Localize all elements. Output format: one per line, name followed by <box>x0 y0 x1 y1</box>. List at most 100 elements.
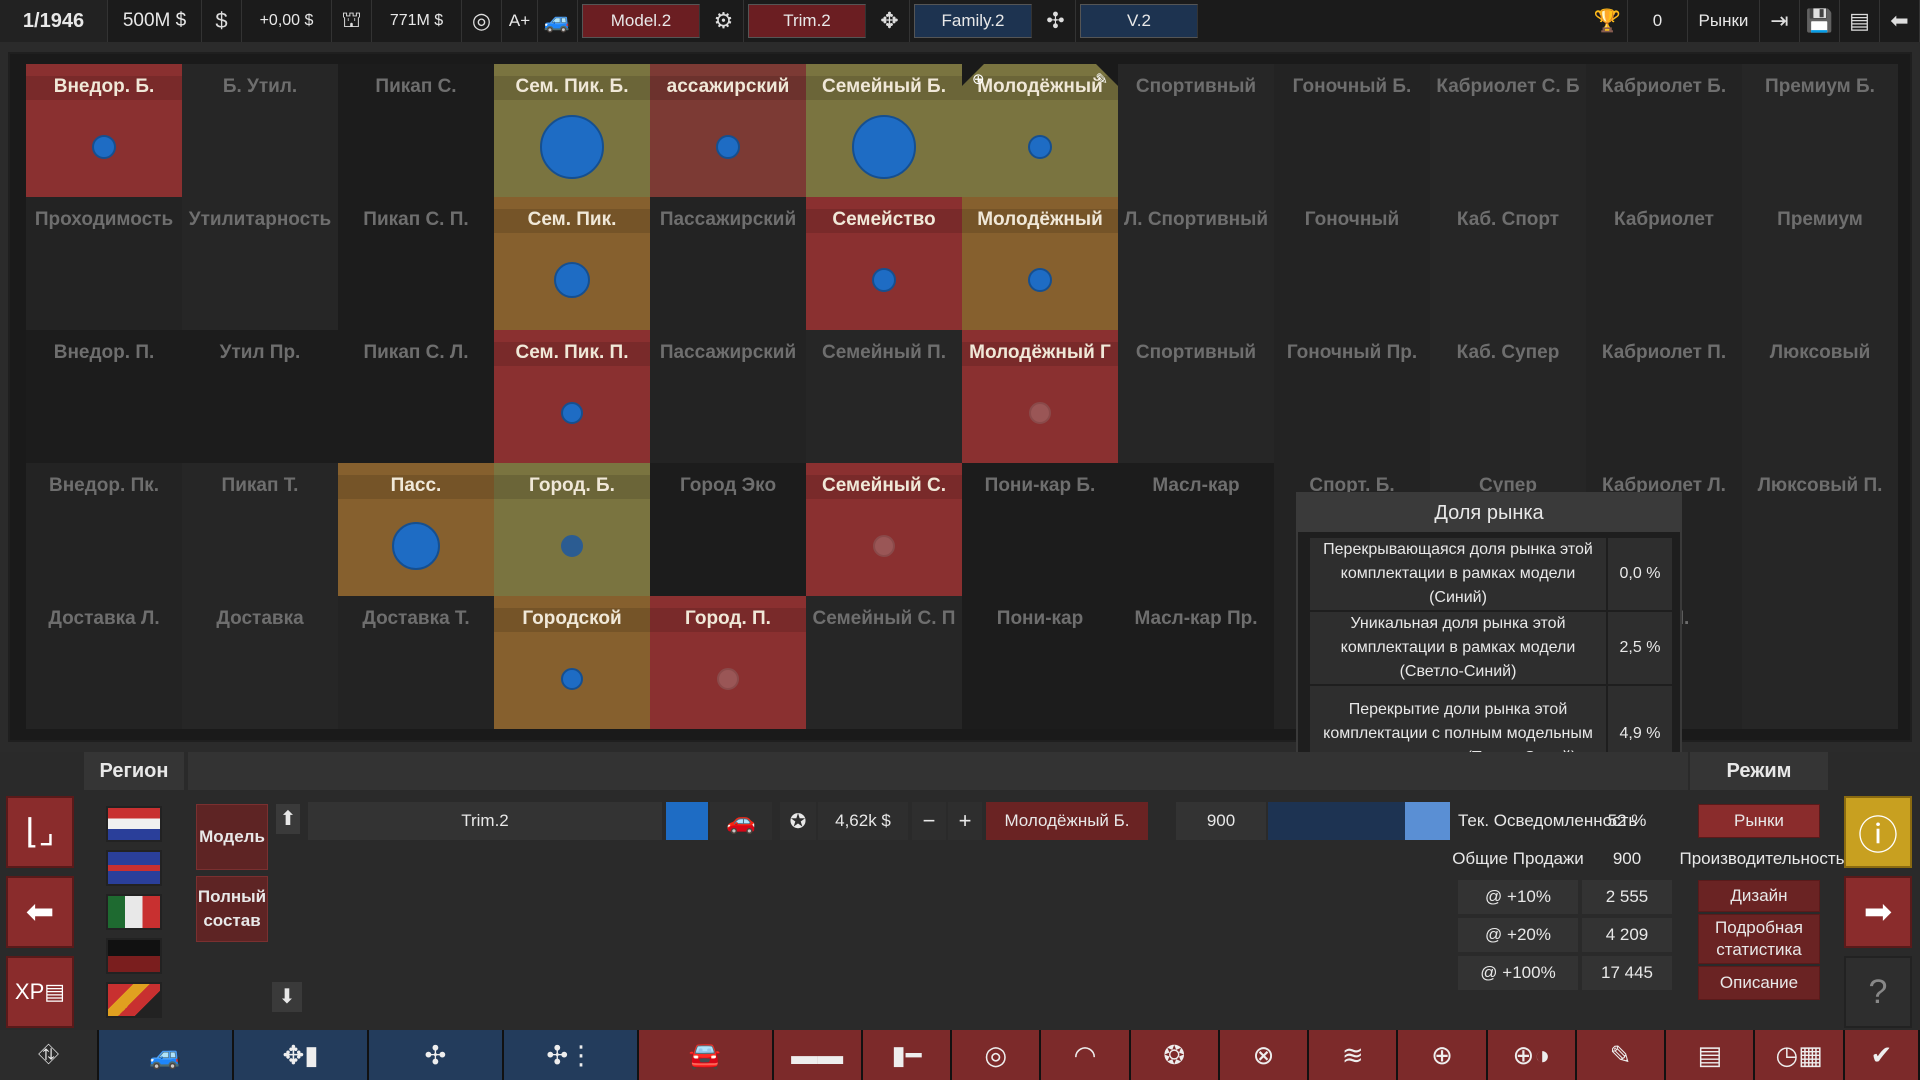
engine-variant-icon[interactable]: ✣ <box>1036 0 1076 42</box>
minus-button[interactable]: − <box>912 802 946 840</box>
nav-safety-icon[interactable]: ⊕◑ <box>1487 1030 1577 1080</box>
nav-drivetrain-icon[interactable]: ◎ <box>952 1030 1042 1080</box>
market-cell[interactable]: Семейство <box>806 197 962 330</box>
nav-engine-icon[interactable]: ✣ <box>368 1030 504 1080</box>
market-cell[interactable]: Доставка Т. <box>338 596 494 729</box>
region-flag-1[interactable] <box>106 806 162 842</box>
forward-arrow-icon[interactable]: ➡ <box>1844 876 1912 948</box>
market-cell[interactable] <box>1742 596 1898 729</box>
variant-selector[interactable]: V.2 <box>1080 4 1198 38</box>
market-cell[interactable]: Семейный С. <box>806 463 962 596</box>
nav-car-body-icon[interactable]: 🚙 <box>99 1030 235 1080</box>
market-cell[interactable]: Премиум <box>1742 197 1898 330</box>
market-cell[interactable]: Семейный П. <box>806 330 962 463</box>
mode-detailed-stats-button[interactable]: Подробная статистика <box>1698 914 1820 964</box>
market-cell[interactable]: Семейный С. П <box>806 596 962 729</box>
market-cell[interactable]: Люксовый П. <box>1742 463 1898 596</box>
xp-icon[interactable]: XP▤ <box>6 956 74 1028</box>
market-cell[interactable]: ассажирский <box>650 64 806 197</box>
market-cell[interactable]: Город. П. <box>650 596 806 729</box>
dollar-icon[interactable]: $ <box>202 0 242 42</box>
market-cell[interactable]: Доставка <box>182 596 338 729</box>
market-cell[interactable]: Л. Спортивный <box>1118 197 1274 330</box>
nav-wheel-icon[interactable]: ❂ <box>1130 1030 1220 1080</box>
mode-description-button[interactable]: Описание <box>1698 966 1820 1000</box>
arrow-up-icon[interactable]: ⬆ <box>276 804 300 834</box>
nav-test-icon[interactable]: ◷▦ <box>1755 1030 1845 1080</box>
region-flag-4[interactable] <box>106 938 162 974</box>
model-button[interactable]: Модель <box>196 804 268 870</box>
trim-name[interactable]: Trim.2 <box>308 802 662 840</box>
save-icon[interactable]: 💾 <box>1800 0 1840 42</box>
warning-icon[interactable]: ⓘ <box>1844 796 1912 868</box>
market-cell[interactable]: Гоночный Б. <box>1274 64 1430 197</box>
market-cell[interactable]: Внедор. П. <box>26 330 182 463</box>
market-cell[interactable]: Пассажирский <box>650 197 806 330</box>
nav-trim-icon[interactable]: 🚘 <box>638 1030 774 1080</box>
market-cell[interactable]: Семейный Б. <box>806 64 962 197</box>
nav-family-icon[interactable]: ✥▮ <box>234 1030 369 1080</box>
market-cell[interactable]: Молодёжный <box>962 197 1118 330</box>
market-cell[interactable]: Кабриолет С. Б <box>1430 64 1586 197</box>
table-icon[interactable]: ▤ <box>1840 0 1880 42</box>
price-field[interactable]: 4,62k $ <box>818 802 908 840</box>
market-cell[interactable]: Сем. Пик. П. <box>494 330 650 463</box>
market-cell[interactable]: Городской <box>494 596 650 729</box>
market-cell[interactable]: Утилитарность <box>182 197 338 330</box>
exit-icon[interactable]: ⇥ <box>1760 0 1800 42</box>
full-lineup-button[interactable]: Полный состав <box>196 876 268 942</box>
market-cell[interactable]: Пони-кар Б. <box>962 463 1118 596</box>
market-cell[interactable]: Б. Утил. <box>182 64 338 197</box>
market-cell[interactable]: Внедор. Б. <box>26 64 182 197</box>
nav-chassis-icon[interactable]: ▬▬ <box>773 1030 863 1080</box>
factory-icon[interactable]: ⛫ <box>332 0 372 42</box>
graph-icon[interactable]: ⌊⌟ <box>6 796 74 868</box>
mode-markets-button[interactable]: Рынки <box>1698 804 1820 838</box>
market-cell[interactable]: Кабриолет П. <box>1586 330 1742 463</box>
nav-gauge-icon[interactable]: ◠ <box>1041 1030 1131 1080</box>
plus-button[interactable]: + <box>948 802 982 840</box>
market-cell[interactable]: Пикап С. Л. <box>338 330 494 463</box>
trophy-icon[interactable]: 🏆 <box>1588 0 1628 42</box>
car-body-icon[interactable]: 🚙 <box>538 0 578 42</box>
market-cell[interactable]: Масл-кар <box>1118 463 1274 596</box>
nav-tree-icon[interactable]: ⛗ <box>0 1030 100 1080</box>
pin-icon[interactable]: ✎ <box>1095 70 1108 88</box>
market-cell[interactable]: Сем. Пик. <box>494 197 650 330</box>
trim-selector[interactable]: Trim.2 <box>748 4 866 38</box>
back-arrow-icon[interactable]: ⬅ <box>6 876 74 948</box>
model-selector[interactable]: Model.2 <box>582 4 700 38</box>
market-cell[interactable]: Молодёжный ⊕ ✎ <box>962 64 1118 197</box>
market-cell[interactable]: Молодёжный Г <box>962 330 1118 463</box>
market-cell[interactable]: Спортивный <box>1118 330 1274 463</box>
market-cell[interactable]: Премиум Б. <box>1742 64 1898 197</box>
nav-variant-icon[interactable]: ✣⋮ <box>503 1030 639 1080</box>
market-cell[interactable]: Спортивный <box>1118 64 1274 197</box>
market-cell[interactable]: Пикап С. П. <box>338 197 494 330</box>
market-cell[interactable]: Доставка Л. <box>26 596 182 729</box>
market-cell[interactable]: Внедор. Пк. <box>26 463 182 596</box>
nav-brake-icon[interactable]: ⊗ <box>1219 1030 1310 1080</box>
market-cell[interactable]: Утил Пр. <box>182 330 338 463</box>
market-cell[interactable]: Гоночный <box>1274 197 1430 330</box>
market-cell[interactable]: Кабриолет Б. <box>1586 64 1742 197</box>
market-cell[interactable]: Проходимость <box>26 197 182 330</box>
rating-icon[interactable]: ◎ <box>462 0 502 42</box>
mode-design-button[interactable]: Дизайн <box>1698 880 1820 912</box>
car-icon[interactable]: 🚗 <box>710 802 772 840</box>
market-cell[interactable]: Пони-кар <box>962 596 1118 729</box>
region-flag-5[interactable] <box>106 982 162 1018</box>
back-arrow-icon[interactable]: ⬅ <box>1880 0 1920 42</box>
nav-stats-icon[interactable]: ▤ <box>1666 1030 1756 1080</box>
family-selector[interactable]: Family.2 <box>914 4 1032 38</box>
market-cell[interactable]: Город Эко <box>650 463 806 596</box>
market-cell[interactable]: Пассажирский <box>650 330 806 463</box>
nav-aero-icon[interactable]: ≋ <box>1309 1030 1399 1080</box>
market-cell[interactable]: Гоночный Пр. <box>1274 330 1430 463</box>
market-cell[interactable]: Кабриолет <box>1586 197 1742 330</box>
region-flag-2[interactable] <box>106 850 162 886</box>
market-cell[interactable]: Пикап Т. <box>182 463 338 596</box>
nav-steering-icon[interactable]: ⊕ <box>1398 1030 1488 1080</box>
engine-family-icon[interactable]: ✥ <box>870 0 910 42</box>
help-icon[interactable]: ? <box>1844 956 1912 1028</box>
